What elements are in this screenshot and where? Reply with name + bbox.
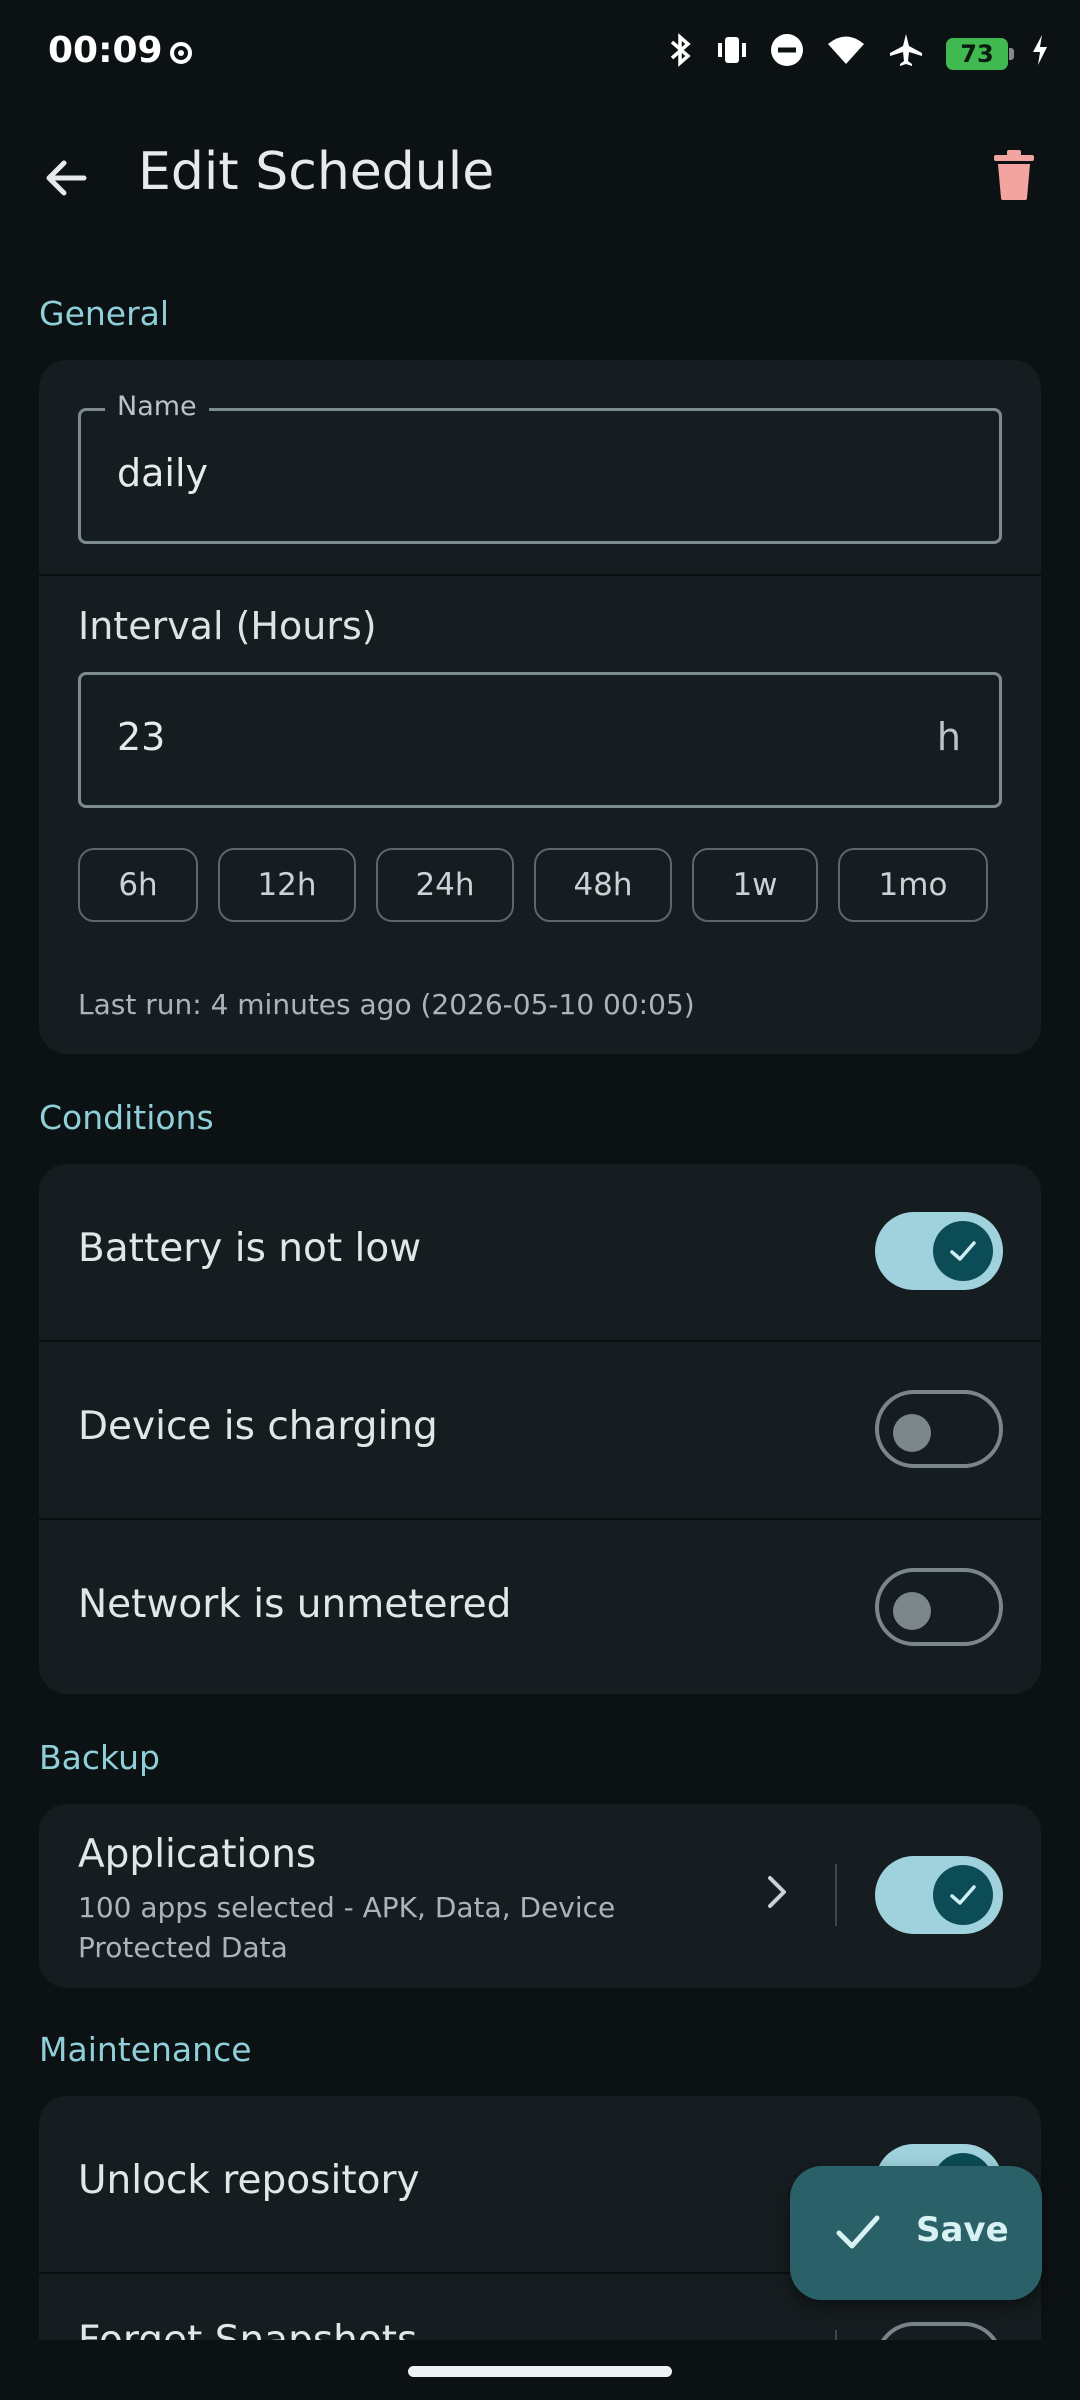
preset-chip-48h[interactable]: 48h bbox=[534, 848, 672, 922]
gesture-handle[interactable] bbox=[408, 2366, 672, 2377]
interval-field-value: 23 bbox=[117, 715, 166, 759]
interval-suffix: h bbox=[936, 715, 961, 759]
condition-network-toggle[interactable] bbox=[875, 1568, 1003, 1646]
condition-charging-label: Device is charging bbox=[78, 1404, 438, 1449]
preset-chip-12h[interactable]: 12h bbox=[218, 848, 356, 922]
divider bbox=[39, 574, 1041, 576]
arrow-back-icon bbox=[46, 160, 87, 196]
preset-chip-1w[interactable]: 1w bbox=[692, 848, 818, 922]
vibrate-icon bbox=[716, 32, 748, 75]
bluetooth-icon bbox=[666, 32, 694, 75]
check-icon bbox=[836, 2215, 880, 2249]
recording-icon bbox=[170, 42, 192, 64]
section-general-title: General bbox=[39, 294, 170, 333]
applications-row[interactable]: Applications 100 apps selected - APK, Da… bbox=[39, 1804, 839, 1988]
maintenance-unlock-label: Unlock repository bbox=[78, 2158, 420, 2203]
check-icon bbox=[950, 1241, 976, 1261]
status-time: 00:09 bbox=[48, 30, 163, 71]
preset-chip-24h[interactable]: 24h bbox=[376, 848, 514, 922]
do-not-disturb-icon bbox=[770, 33, 804, 74]
check-icon bbox=[950, 1885, 976, 1905]
charging-icon bbox=[1030, 33, 1050, 74]
conditions-card: Battery is not low Device is charging Ne… bbox=[39, 1164, 1041, 1694]
save-button[interactable]: Save bbox=[790, 2166, 1042, 2300]
top-app-bar: Edit Schedule bbox=[0, 120, 1080, 230]
trash-icon bbox=[994, 150, 1034, 200]
chevron-right-icon bbox=[768, 1876, 786, 1908]
divider bbox=[39, 1340, 1041, 1342]
condition-network-label: Network is unmetered bbox=[78, 1582, 512, 1627]
divider bbox=[39, 1518, 1041, 1520]
applications-subtitle: 100 apps selected - APK, Data, Device Pr… bbox=[78, 1891, 616, 1964]
save-button-label: Save bbox=[916, 2210, 1009, 2250]
page-title: Edit Schedule bbox=[138, 142, 495, 202]
section-maintenance-title: Maintenance bbox=[39, 2030, 252, 2069]
vertical-divider bbox=[835, 1864, 837, 1926]
name-field-value: daily bbox=[117, 451, 209, 495]
applications-toggle[interactable] bbox=[875, 1856, 1003, 1934]
delete-button[interactable] bbox=[994, 150, 1034, 200]
preset-chip-6h[interactable]: 6h bbox=[78, 848, 198, 922]
last-run-text: Last run: 4 minutes ago (2026-05-10 00:0… bbox=[78, 988, 695, 1021]
wifi-icon bbox=[826, 33, 866, 74]
battery-indicator: 73 bbox=[946, 37, 1014, 70]
name-field[interactable]: Name daily bbox=[78, 391, 1002, 544]
interval-presets: 6h 12h 24h 48h 1w 1mo bbox=[78, 848, 988, 922]
interval-label: Interval (Hours) bbox=[78, 604, 377, 648]
airplane-mode-icon bbox=[888, 32, 924, 75]
back-button[interactable] bbox=[40, 150, 96, 206]
status-bar: 00:09 73 bbox=[0, 0, 1080, 110]
condition-charging-toggle[interactable] bbox=[875, 1390, 1003, 1468]
section-backup-title: Backup bbox=[39, 1738, 160, 1777]
interval-field[interactable]: 23 h bbox=[78, 672, 1002, 808]
condition-battery-label: Battery is not low bbox=[78, 1226, 422, 1271]
backup-card: Applications 100 apps selected - APK, Da… bbox=[39, 1804, 1041, 1988]
condition-battery-toggle[interactable] bbox=[875, 1212, 1003, 1290]
applications-title: Applications bbox=[78, 1832, 317, 1877]
preset-chip-1mo[interactable]: 1mo bbox=[838, 848, 988, 922]
status-icons: 73 bbox=[666, 32, 1050, 75]
name-field-label: Name bbox=[105, 391, 209, 422]
general-card: Name daily Interval (Hours) 23 h 6h 12h … bbox=[39, 360, 1041, 1054]
section-conditions-title: Conditions bbox=[39, 1098, 214, 1137]
